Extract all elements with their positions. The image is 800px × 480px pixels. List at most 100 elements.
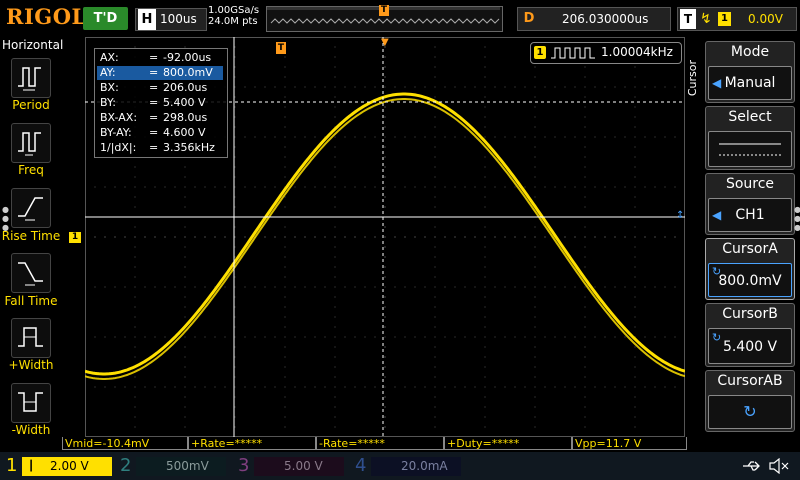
trigger-source-badge: 1 xyxy=(718,12,731,26)
left-panel-title: Horizontal xyxy=(2,38,64,52)
sample-rate: 1.00GSa/s xyxy=(208,5,260,16)
readout-value: 3.356kHz xyxy=(163,141,215,154)
fall-time-label: Fall Time xyxy=(4,294,58,308)
readout-label: BY: xyxy=(100,96,116,109)
ch1-number[interactable]: 1 xyxy=(6,453,17,479)
measure-vmid[interactable]: Vmid=-10.4mV xyxy=(62,437,188,450)
readout-row: BY-AY: = 4.600 V xyxy=(97,126,223,140)
trigger-display[interactable]: T ↯ 1 0.00V xyxy=(677,7,797,31)
cursor-ab-softkey[interactable]: CursorAB ↻ xyxy=(705,370,795,432)
rise-time-label: Rise Time xyxy=(1,229,61,243)
measure-pos-duty[interactable]: +Duty=***** xyxy=(444,437,572,450)
pos-width-label: +Width xyxy=(8,358,54,372)
readout-label: AY: xyxy=(100,66,116,79)
fall-time-icon xyxy=(18,262,43,286)
ch1-offset-marker[interactable]: 1 xyxy=(69,232,81,243)
measure-neg-rate[interactable]: -Rate=***** xyxy=(316,437,444,450)
speaker-mute-icon[interactable] xyxy=(768,457,790,477)
readout-row: BY: = 5.400 V xyxy=(97,96,223,110)
memory-trigger-marker: T xyxy=(379,5,389,16)
readout-eq: = xyxy=(149,126,159,139)
ch4-number[interactable]: 4 xyxy=(355,453,366,479)
cursor-ab-value-box: ↻ xyxy=(708,395,792,429)
period-button[interactable] xyxy=(11,58,51,98)
cursor-menu-title: Cursor xyxy=(686,60,699,97)
cursor-ab-knob-icon: ↻ xyxy=(743,402,757,421)
measurement-bar: Vmid=-10.4mV +Rate=***** -Rate=***** +Du… xyxy=(62,437,687,451)
ch3-number[interactable]: 3 xyxy=(238,453,249,479)
fall-time-button[interactable] xyxy=(11,253,51,293)
neg-width-button[interactable] xyxy=(11,383,51,423)
ch1-scale-value: 2.00 V xyxy=(50,459,89,473)
timebase-display[interactable]: H 100us xyxy=(135,8,207,31)
source-value: CH1 xyxy=(735,207,765,223)
source-title: Source xyxy=(725,176,775,192)
freq-button[interactable] xyxy=(11,123,51,163)
trigger-label: T xyxy=(680,9,696,29)
readout-value: 800.0mV xyxy=(163,66,213,79)
source-value-box: ◀ CH1 xyxy=(708,198,792,232)
ch2-number[interactable]: 2 xyxy=(120,453,131,479)
readout-value: -92.00us xyxy=(163,51,212,64)
delay-value: 206.030000us xyxy=(562,12,649,26)
readout-label: BX: xyxy=(100,81,119,94)
ch2-scale[interactable]: 500mV xyxy=(136,457,226,476)
square-wave-icon xyxy=(551,47,595,59)
readout-eq: = xyxy=(149,81,159,94)
timebase-value: 100us xyxy=(160,12,197,26)
source-softkey[interactable]: Source ◀ CH1 xyxy=(705,173,795,235)
memory-depth: 24.0M pts xyxy=(208,16,258,27)
measure-pos-rate[interactable]: +Rate=***** xyxy=(188,437,316,450)
period-icon xyxy=(18,67,41,91)
right-page-indicator: ● ● ● xyxy=(794,205,800,232)
readout-eq: = xyxy=(149,141,159,154)
ch1-coupling-icon: ┃ xyxy=(28,461,35,472)
mode-softkey[interactable]: Mode ◀ Manual xyxy=(705,41,795,103)
rise-time-icon xyxy=(18,197,43,221)
readout-row: BX: = 206.0us xyxy=(97,81,223,95)
delay-display[interactable]: D 206.030000us xyxy=(517,7,671,31)
readout-value: 206.0us xyxy=(163,81,208,94)
cursor-a-value: 800.0mV xyxy=(718,273,782,289)
ch1-scale[interactable]: ┃ 2.00 V xyxy=(22,457,112,476)
readout-row: AX: = -92.00us xyxy=(97,51,223,65)
cursor-a-value-box: ↻ 800.0mV xyxy=(708,263,792,297)
pos-width-button[interactable] xyxy=(11,318,51,358)
frequency-counter[interactable]: 1 1.00004kHz xyxy=(530,42,682,64)
neg-width-label: -Width xyxy=(11,423,51,437)
select-value-box xyxy=(708,131,792,167)
rise-time-button[interactable] xyxy=(11,188,51,228)
ch3-scale-value: 5.00 V xyxy=(284,459,323,473)
readout-row: BX-AX: = 298.0us xyxy=(97,111,223,125)
readout-row: 1/|dX|: = 3.356kHz xyxy=(97,141,223,155)
memory-overview-strip[interactable]: T xyxy=(266,5,503,32)
readout-eq: = xyxy=(149,66,159,79)
mode-value: Manual xyxy=(724,75,776,91)
source-arrow-icon: ◀ xyxy=(712,208,722,222)
run-status-badge[interactable]: T'D xyxy=(83,7,128,30)
freq-icon xyxy=(18,132,41,156)
readout-eq: = xyxy=(149,96,159,109)
readout-label: BX-AX: xyxy=(100,111,138,124)
cursor-ab-title: CursorAB xyxy=(717,373,783,389)
cursor-b-softkey[interactable]: CursorB ↻ 5.400 V xyxy=(705,303,795,367)
cursor-b-value-box: ↻ 5.400 V xyxy=(708,328,792,364)
ch4-scale-value: 20.0mA xyxy=(401,459,448,473)
period-label: Period xyxy=(12,98,50,112)
cursor-readout-panel: AX: = -92.00us AY: = 800.0mV BX: = 206.0us BY: = 5.… xyxy=(94,48,228,158)
readout-row: AY: = 800.0mV xyxy=(97,66,223,80)
select-softkey[interactable]: Select xyxy=(705,106,795,170)
delay-label: D xyxy=(523,11,535,26)
readout-value: 4.600 V xyxy=(163,126,206,139)
measure-vpp[interactable]: Vpp=11.7 V xyxy=(572,437,687,450)
readout-value: 298.0us xyxy=(163,111,208,124)
ch4-scale[interactable]: 20.0mA xyxy=(371,457,461,476)
cursor-a-softkey[interactable]: CursorA ↻ 800.0mV xyxy=(705,238,795,300)
cursor-scroll-icon: ↕ xyxy=(676,210,685,221)
neg-width-icon xyxy=(18,392,43,412)
ch3-scale[interactable]: 5.00 V xyxy=(254,457,344,476)
readout-eq: = xyxy=(149,111,159,124)
freq-label: Freq xyxy=(18,163,44,177)
counter-value: 1.00004kHz xyxy=(601,45,673,59)
readout-eq: = xyxy=(149,51,159,64)
